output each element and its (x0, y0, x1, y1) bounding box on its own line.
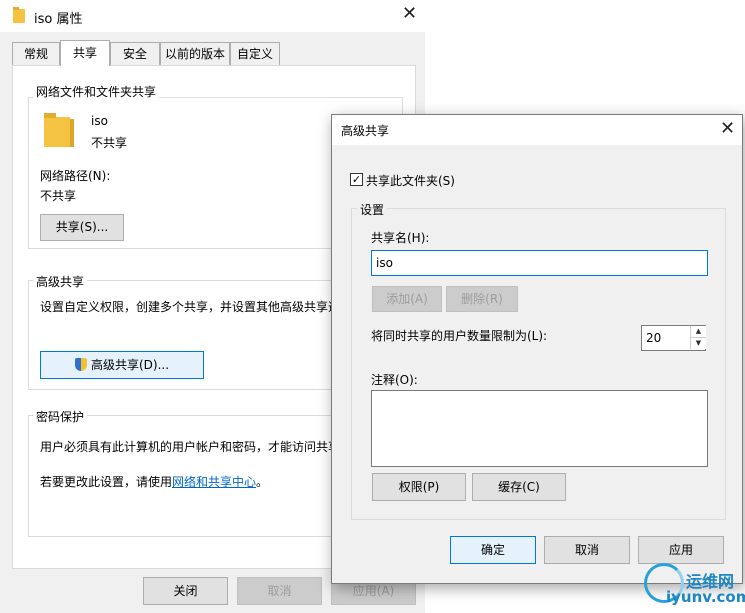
password-protection-description: 用户必须具有此计算机的用户帐户和密码，才能访问共享 (40, 440, 331, 454)
tab-general[interactable]: 常规 (12, 42, 60, 65)
network-path-label: 网络路径(N): (40, 169, 111, 183)
user-limit-label: 将同时共享的用户数量限制为(L): (371, 329, 548, 343)
properties-titlebar: iso 属性 ✕ (0, 0, 425, 32)
share-name-input[interactable]: iso (371, 250, 708, 276)
share-button[interactable]: 共享(S)... (40, 214, 124, 241)
close-button[interactable]: 关闭 (143, 577, 228, 605)
remove-share-button[interactable]: 删除(R) (446, 286, 518, 312)
share-name-label: 共享名(H): (371, 231, 430, 245)
advanced-sharing-description: 设置自定义权限，创建多个共享，并设置其他高级共享选 (40, 300, 331, 314)
watermark-url: iyunv.com (666, 588, 745, 606)
advanced-sharing-group-title: 高级共享 (33, 273, 88, 290)
properties-title: iso 属性 (34, 12, 83, 27)
cancel-button[interactable]: 取消 (237, 577, 322, 605)
properties-close-icon[interactable]: ✕ (402, 5, 417, 23)
dialog-cancel-button[interactable]: 取消 (544, 536, 630, 564)
spin-down-icon[interactable]: ▼ (690, 338, 706, 349)
comment-label: 注释(O): (371, 373, 418, 387)
advanced-dialog-close-icon[interactable]: ✕ (720, 120, 735, 138)
dialog-apply-button[interactable]: 应用 (638, 536, 724, 564)
advanced-sharing-dialog: 高级共享 ✕ ✓ 共享此文件夹(S) 设置 共享名(H): iso 添加(A) … (331, 114, 743, 584)
network-path-value: 不共享 (40, 189, 77, 203)
change-setting-text: 若要更改此设置，请使用网络和共享中心。 (40, 473, 268, 490)
shared-folder-icon (44, 113, 74, 147)
ok-button[interactable]: 确定 (450, 536, 536, 564)
share-status: 不共享 (91, 136, 128, 150)
advanced-dialog-titlebar: 高级共享 ✕ (332, 115, 742, 145)
uac-shield-icon (74, 358, 87, 371)
add-share-button[interactable]: 添加(A) (372, 286, 442, 312)
folder-icon (13, 7, 25, 23)
tab-security[interactable]: 安全 (110, 42, 160, 65)
advanced-sharing-button-label: 高级共享(D)... (90, 358, 170, 372)
share-folder-checkbox-label[interactable]: 共享此文件夹(S) (366, 172, 455, 189)
share-folder-checkbox[interactable]: ✓ (350, 173, 363, 186)
network-sharing-center-link[interactable]: 网络和共享中心 (172, 475, 256, 489)
comment-textarea[interactable] (371, 390, 708, 467)
advanced-sharing-button[interactable]: 高级共享(D)... (40, 351, 204, 379)
folder-name: iso (91, 114, 108, 128)
tab-customize[interactable]: 自定义 (230, 42, 280, 65)
network-sharing-group-title: 网络文件和文件夹共享 (33, 83, 160, 100)
advanced-dialog-title: 高级共享 (341, 124, 390, 138)
change-setting-suffix: 。 (256, 475, 269, 489)
tab-previous-versions[interactable]: 以前的版本 (160, 42, 230, 65)
user-limit-spinner[interactable]: 20 ▲ ▼ (641, 325, 706, 351)
tab-sharing[interactable]: 共享 (60, 40, 110, 66)
spin-up-icon[interactable]: ▲ (690, 326, 706, 338)
permissions-button[interactable]: 权限(P) (372, 473, 466, 501)
caching-button[interactable]: 缓存(C) (472, 473, 566, 501)
user-limit-value: 20 (646, 331, 662, 345)
settings-group-title: 设置 (357, 201, 388, 218)
change-setting-prefix: 若要更改此设置，请使用 (40, 475, 173, 489)
password-protection-group-title: 密码保护 (33, 408, 88, 425)
share-name-value: iso (376, 256, 393, 270)
